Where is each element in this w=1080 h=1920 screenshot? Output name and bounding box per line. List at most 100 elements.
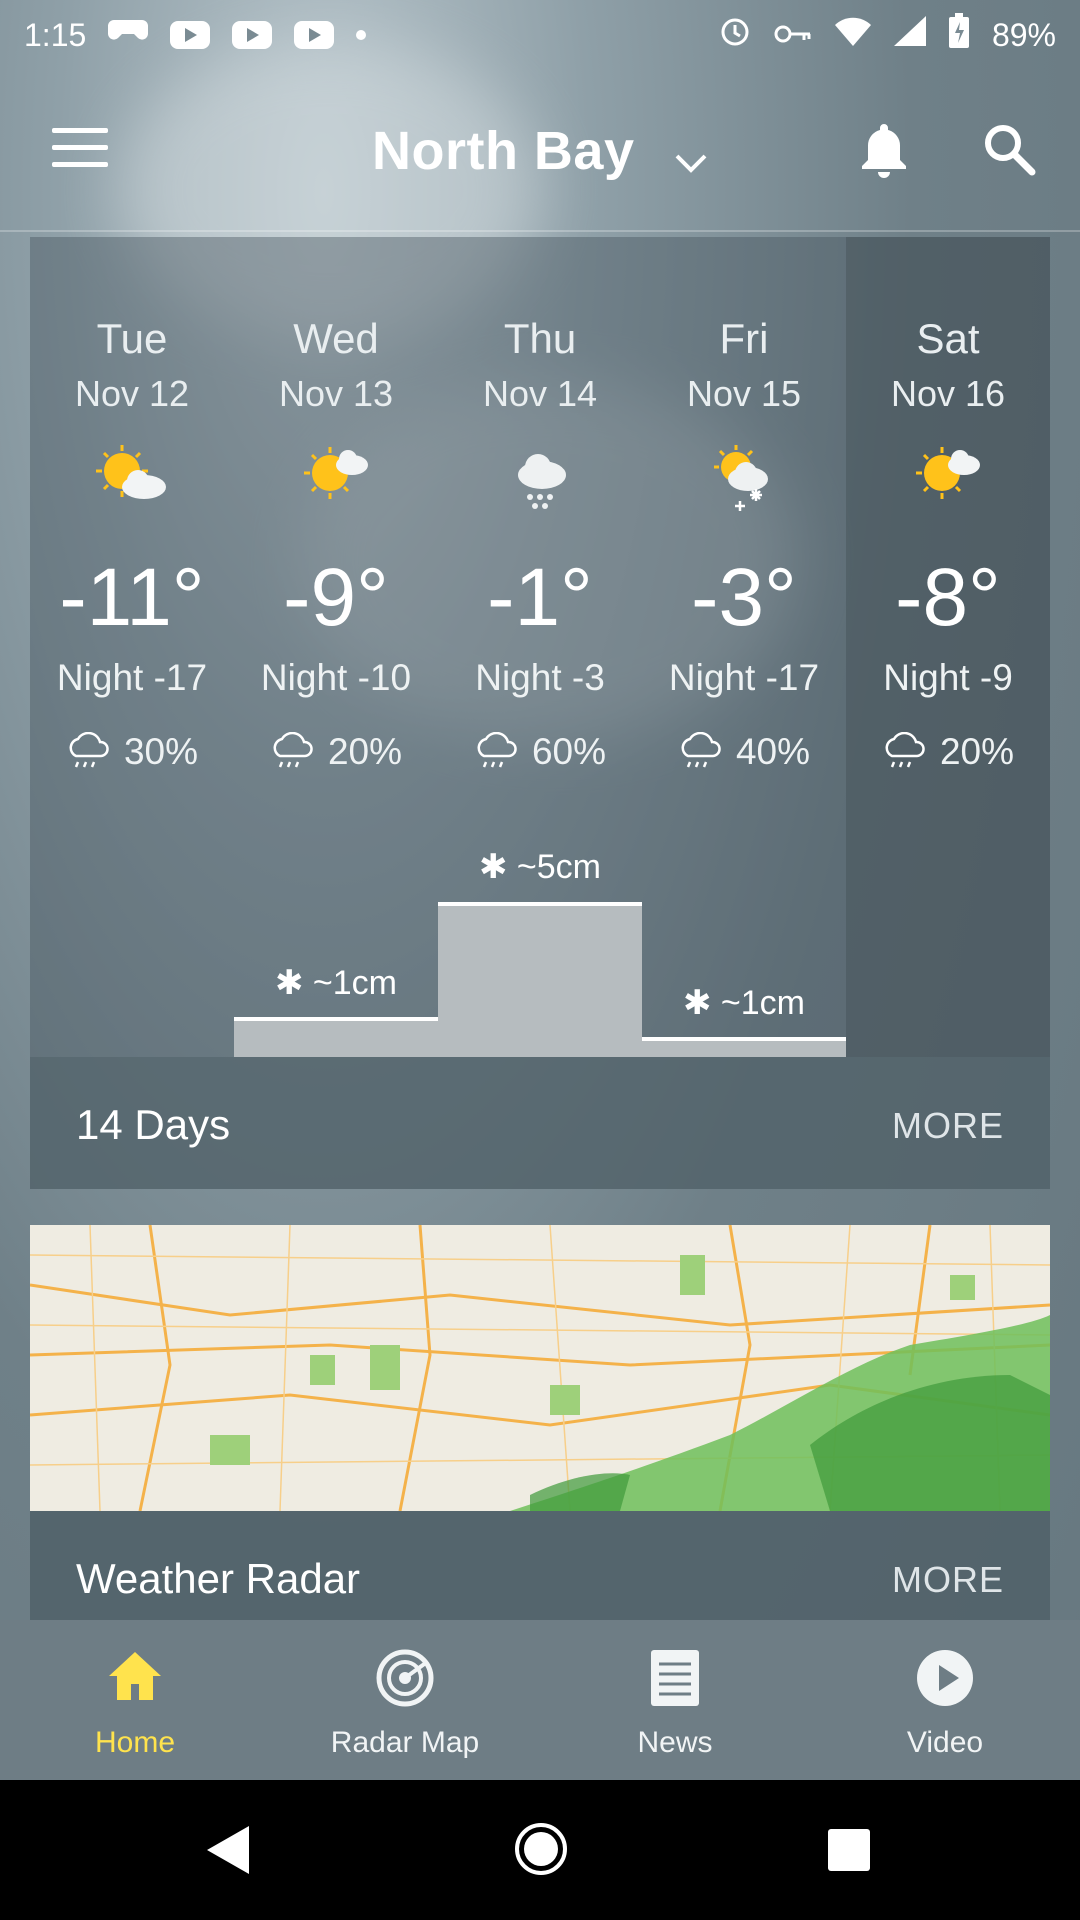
snowflake-icon: ✱ [682,984,712,1022]
nav-home[interactable]: Home [0,1620,270,1780]
nav-label: Radar Map [330,1726,480,1759]
recents-icon[interactable] [827,1828,871,1877]
precip-chance: 20% [234,731,438,773]
back-icon[interactable] [205,1824,251,1881]
status-bar: 1:15 89% [0,0,1080,70]
day-column-wed[interactable]: Wed Nov 13 -9° Night -10 20% [234,237,438,1057]
youtube-icon [294,21,335,49]
nav-video[interactable]: Video [810,1620,1080,1780]
day-name: Fri [719,315,769,362]
day-night-temp: Night -10 [260,657,412,698]
rain-cloud-icon [477,732,517,768]
nav-label: Video [906,1726,984,1759]
youtube-icon [170,21,211,49]
app-bar-divider [0,230,1080,232]
notification-dot-icon [356,30,367,40]
day-date: Nov 15 [686,373,802,414]
play-icon [915,1648,975,1708]
day-name: Sat [916,315,980,362]
day-high-temp: -1° [487,552,593,643]
chevron-down-icon [674,124,708,186]
day-name: Wed [293,315,379,362]
day-night-temp: Night -9 [883,657,1013,698]
day-date: Nov 12 [74,373,190,414]
forecast-more-button[interactable]: MORE [892,1105,1004,1147]
sun-cloud-icon [296,441,376,521]
precip-value: 30% [123,731,199,772]
sun-snow-icon [704,441,784,521]
snow-cloud-icon [500,441,580,521]
precip-chance: 30% [30,731,234,773]
precip-chance: 40% [642,731,846,773]
radar-more-button[interactable]: MORE [892,1559,1004,1601]
wifi-icon [834,16,872,54]
vpn-key-icon [774,17,812,54]
fourteen-days-link[interactable]: 14 Days [76,1101,230,1149]
snowfall-bar-thu [438,902,642,1057]
day-high-temp: -3° [691,552,797,643]
precip-value: 20% [327,731,403,772]
snowfall-bar-fri [642,1037,846,1057]
precip-chance: 20% [846,731,1050,773]
news-icon [645,1648,705,1708]
home-icon [105,1648,165,1708]
day-column-sat[interactable]: Sat Nov 16 -8° Night -9 20% [846,237,1050,1057]
rain-cloud-icon [69,732,109,768]
radar-footer[interactable]: Weather Radar MORE [30,1511,1050,1620]
day-date: Nov 16 [890,373,1006,414]
location-selector[interactable]: North Bay [0,120,1080,186]
battery-level: 89% [991,16,1056,53]
snowfall-label-fri: ✱ ~1cm [682,984,806,1022]
forecast-card[interactable]: Tue Nov 12 -11° Night -17 30% Wed Nov 13… [30,237,1050,1189]
precip-value: 60% [531,731,607,772]
radar-icon [375,1648,435,1708]
snowfall-label-wed: ✱ ~1cm [274,964,398,1002]
radar-title[interactable]: Weather Radar [76,1555,360,1603]
day-date: Nov 14 [482,373,598,414]
day-column-fri[interactable]: Fri Nov 15 -3° Night -17 40% [642,237,846,1057]
day-name: Tue [96,315,168,362]
sun-cloud-icon [908,441,988,521]
sun-cloud-icon [92,441,172,521]
precip-value: 40% [735,731,811,772]
app-bar: North Bay [0,70,1080,230]
daily-forecast: Tue Nov 12 -11° Night -17 30% Wed Nov 13… [30,237,1050,1057]
forecast-footer[interactable]: 14 Days MORE [30,1057,1050,1189]
nav-label: News [637,1726,713,1759]
day-high-temp: -9° [283,552,389,643]
day-high-temp: -8° [895,552,1001,643]
radar-card[interactable]: Weather Radar MORE [30,1225,1050,1620]
day-date: Nov 13 [278,373,394,414]
signal-icon [893,16,926,54]
snowfall-label-thu: ✱ ~5cm [478,848,602,886]
rain-cloud-icon [681,732,721,768]
system-navigation-bar [0,1780,1080,1920]
rain-cloud-icon [273,732,313,768]
day-night-temp: Night -17 [668,657,820,698]
bottom-navigation: Home Radar Map News Video [0,1620,1080,1780]
day-night-temp: Night -17 [56,657,208,698]
snowflake-icon: ✱ [478,848,508,886]
nav-radar-map[interactable]: Radar Map [270,1620,540,1780]
game-controller-icon [108,16,149,54]
nav-news[interactable]: News [540,1620,810,1780]
day-name: Thu [503,315,577,362]
battery-icon [948,13,970,57]
nav-label: Home [94,1726,176,1759]
location-name: North Bay [371,121,635,181]
radar-map-preview[interactable] [30,1225,1050,1512]
precip-chance: 60% [438,731,642,773]
home-circle-icon[interactable] [514,1822,568,1881]
youtube-icon [232,21,273,49]
snowfall-bar-wed [234,1017,438,1057]
alarm-icon [718,14,752,56]
day-column-tue[interactable]: Tue Nov 12 -11° Night -17 30% [30,237,234,1057]
day-night-temp: Night -3 [475,657,605,698]
day-high-temp: -11° [59,552,205,643]
precip-value: 20% [939,731,1015,772]
status-time: 1:15 [24,16,87,53]
rain-cloud-icon [885,732,925,768]
search-icon[interactable] [982,122,1036,181]
bell-icon[interactable] [858,120,910,183]
snowflake-icon: ✱ [274,964,304,1002]
